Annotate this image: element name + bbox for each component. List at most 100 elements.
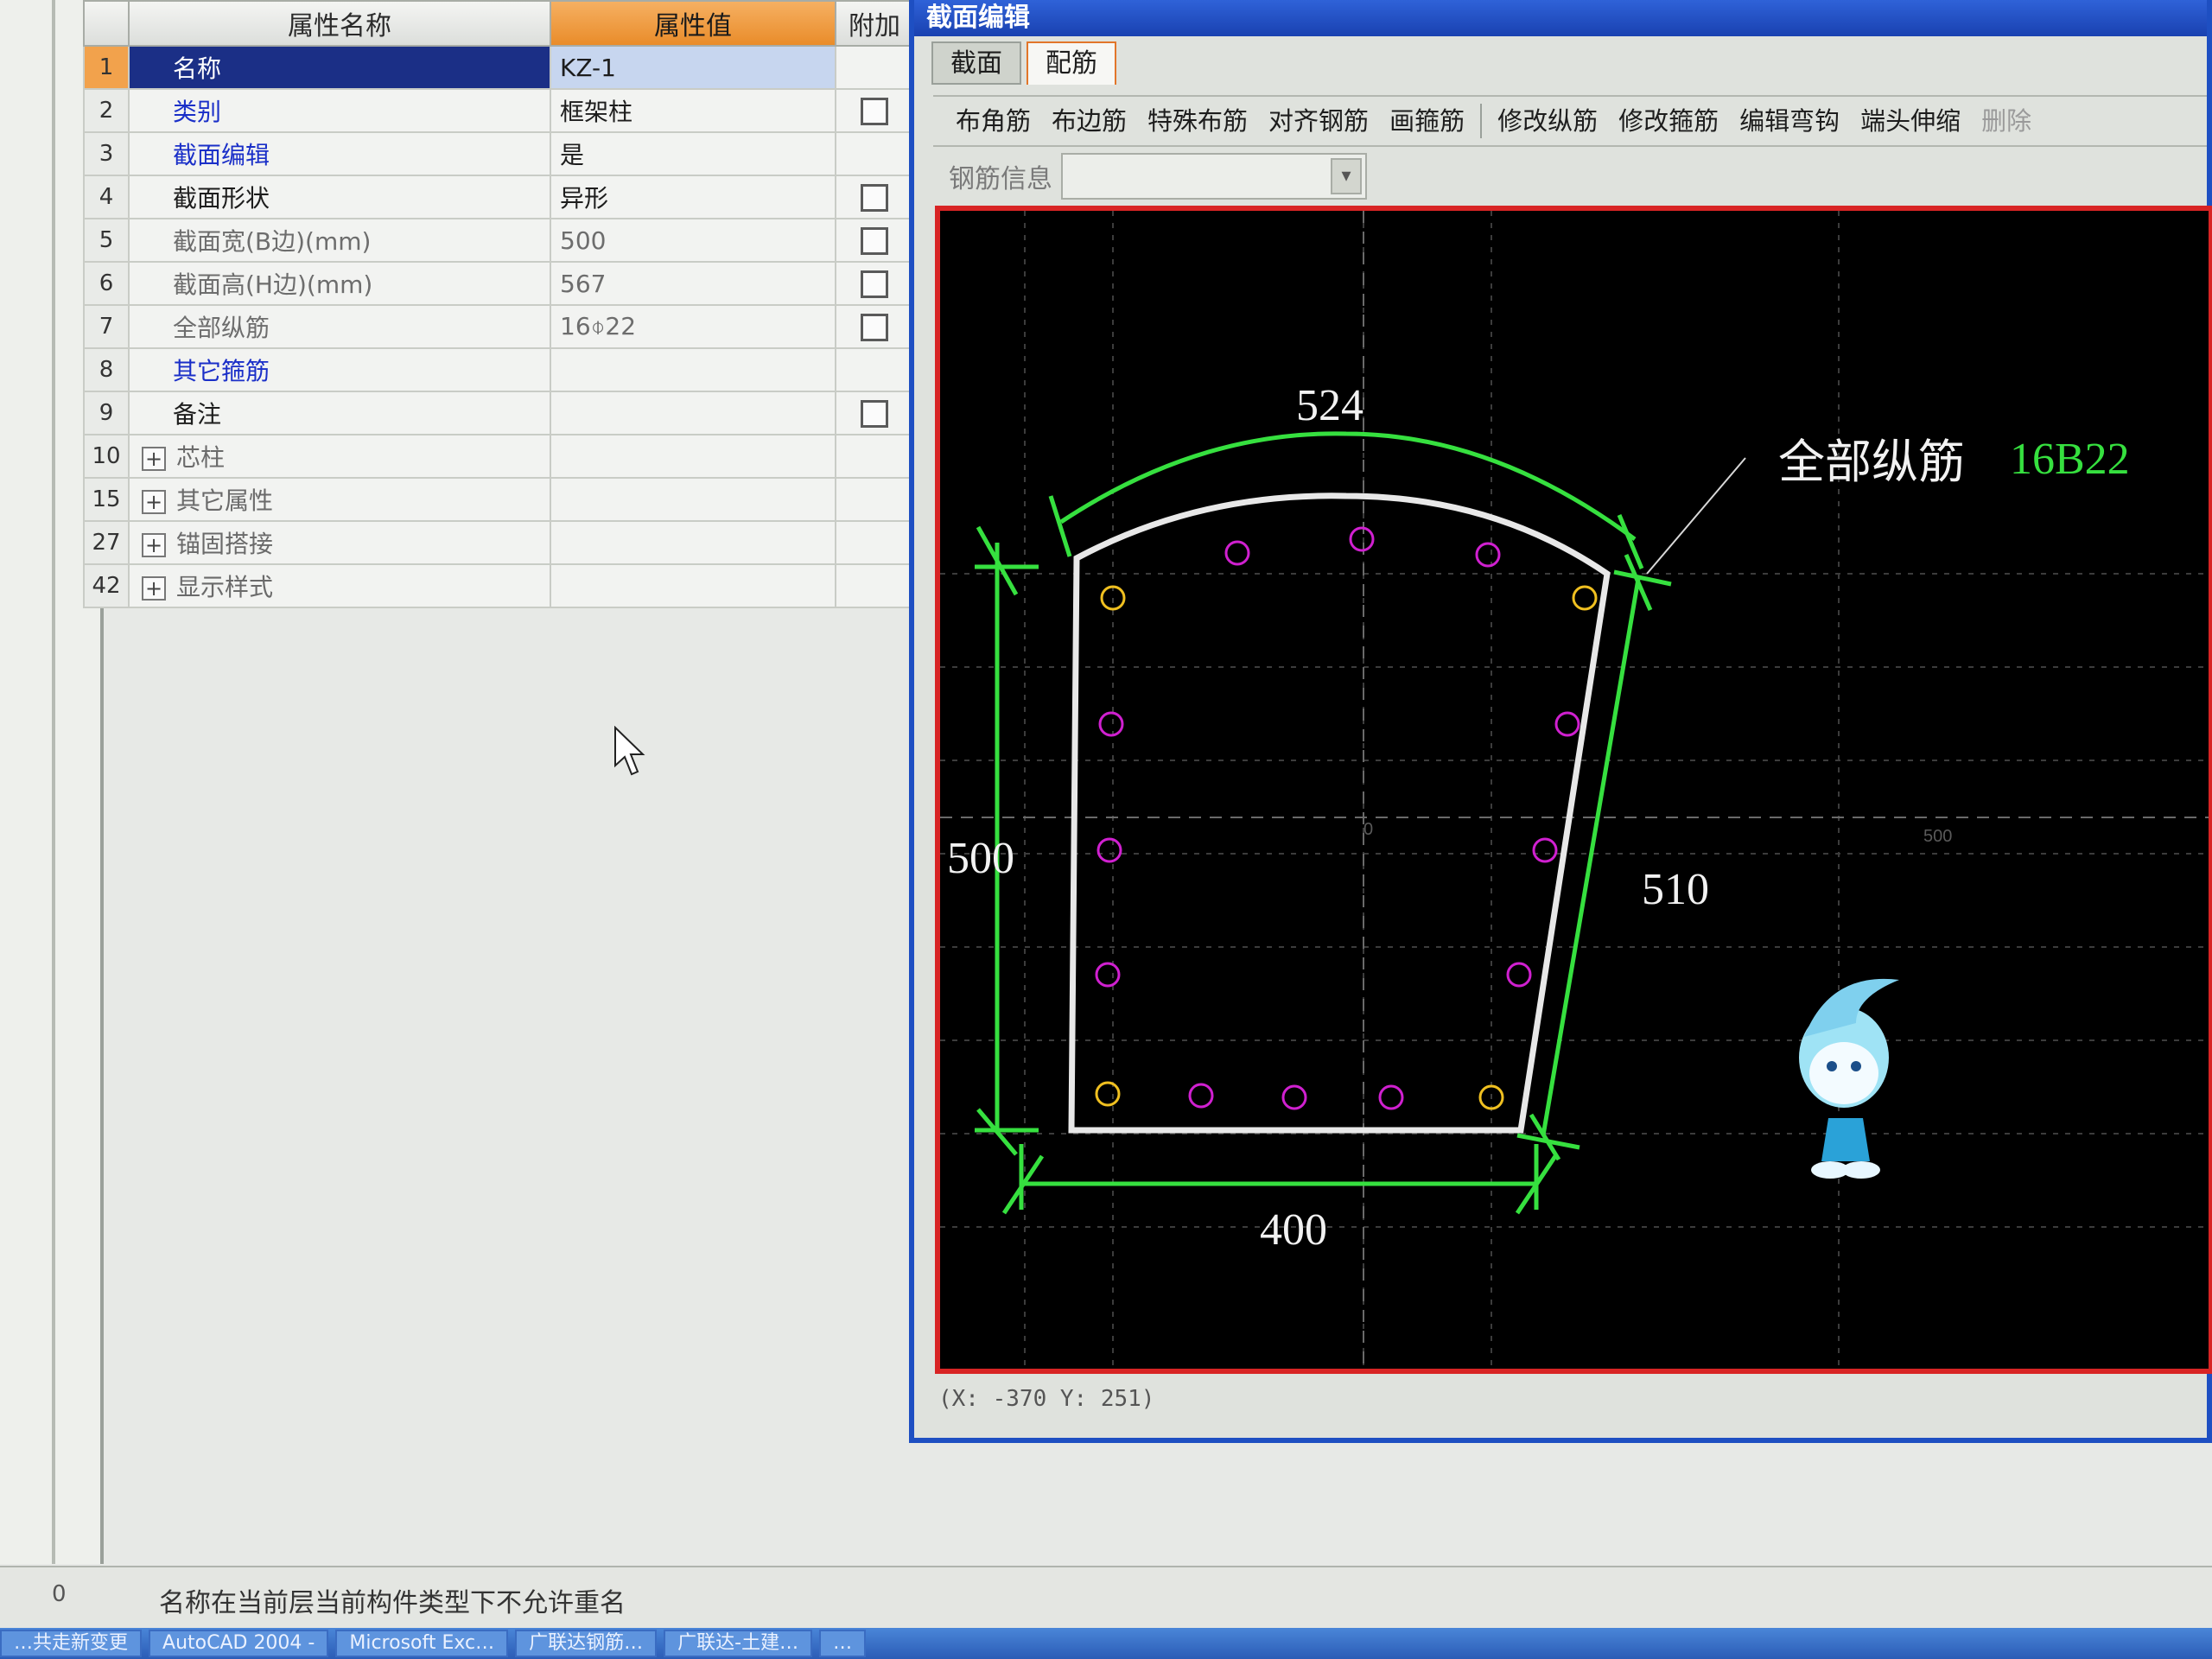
extra-checkbox[interactable]: [861, 314, 888, 341]
group-row[interactable]: 10 + 芯柱: [83, 434, 914, 479]
property-name[interactable]: 截面编辑: [128, 131, 551, 176]
section-drawing[interactable]: 0 500: [940, 211, 2209, 1369]
property-name[interactable]: 截面高(H边)(mm): [128, 261, 551, 306]
header-extra[interactable]: 附加: [835, 0, 914, 47]
property-name[interactable]: 截面宽(B边)(mm): [128, 218, 551, 263]
toolbar-separator: [1480, 104, 1483, 138]
property-name[interactable]: 备注: [128, 391, 551, 435]
header-property-name[interactable]: 属性名称: [128, 0, 551, 47]
row-number: 5: [83, 218, 130, 263]
property-value[interactable]: 567: [550, 261, 836, 306]
editor-title[interactable]: 截面编辑: [914, 0, 2207, 36]
tool-corner-rebar[interactable]: 布角筋: [945, 97, 1041, 145]
row-number: 6: [83, 261, 130, 306]
group-value: [550, 520, 836, 565]
dimension-bottom: 400: [1260, 1205, 1327, 1255]
row-number: 8: [83, 347, 130, 392]
group-name-cell: + 锚固搭接: [128, 520, 551, 565]
extra-checkbox[interactable]: [861, 98, 888, 125]
group-extra: [835, 563, 914, 608]
property-name[interactable]: 名称: [128, 45, 551, 90]
drawing-canvas[interactable]: 0 500 524 500 510 400 全部纵筋 16B22: [935, 206, 2212, 1374]
group-name: 显示样式: [176, 573, 274, 601]
property-value[interactable]: 是: [550, 131, 836, 176]
tab-section[interactable]: 截面: [931, 41, 1021, 85]
extra-checkbox[interactable]: [861, 227, 888, 255]
tool-end-stretch[interactable]: 端头伸缩: [1850, 97, 1971, 145]
extra-cell: [835, 261, 914, 306]
table-row[interactable]: 1 名称 KZ-1: [83, 45, 914, 90]
axis-origin-label: 0: [1363, 820, 1373, 839]
annotation-value[interactable]: 16B22: [2010, 434, 2130, 485]
group-name-cell: + 芯柱: [128, 434, 551, 479]
expand-icon[interactable]: +: [142, 490, 166, 514]
tool-draw-stirrup[interactable]: 画箍筋: [1379, 97, 1475, 145]
group-name: 其它属性: [176, 486, 274, 515]
row-number: 15: [83, 477, 130, 522]
table-row[interactable]: 3 截面编辑 是: [83, 131, 914, 176]
table-row[interactable]: 2 类别 框架柱: [83, 88, 914, 133]
property-value[interactable]: 异形: [550, 175, 836, 219]
taskbar-item[interactable]: 广联达钢筋…: [515, 1630, 658, 1657]
property-value[interactable]: KZ-1: [550, 45, 836, 90]
taskbar-item[interactable]: Microsoft Exc…: [335, 1630, 509, 1657]
extra-checkbox[interactable]: [861, 184, 888, 212]
header-property-value[interactable]: 属性值: [550, 0, 836, 47]
tool-align-rebar[interactable]: 对齐钢筋: [1258, 97, 1379, 145]
property-name[interactable]: 类别: [128, 88, 551, 133]
rebar-info-select[interactable]: ▾: [1061, 153, 1367, 200]
group-row[interactable]: 42 + 显示样式: [83, 563, 914, 608]
group-row[interactable]: 27 + 锚固搭接: [83, 520, 914, 565]
status-message: 名称在当前层当前构件类型下不允许重名: [159, 1588, 626, 1618]
table-row[interactable]: 5 截面宽(B边)(mm) 500: [83, 218, 914, 263]
group-value: [550, 434, 836, 479]
taskbar-item[interactable]: 广联达-土建…: [664, 1630, 813, 1657]
extra-checkbox[interactable]: [861, 270, 888, 298]
property-name[interactable]: 其它箍筋: [128, 347, 551, 392]
table-row[interactable]: 4 截面形状 异形: [83, 175, 914, 219]
tool-modify-stirrup[interactable]: 修改箍筋: [1608, 97, 1729, 145]
rebar-info-bar: 钢筋信息 ▾: [933, 150, 1367, 202]
table-row[interactable]: 7 全部纵筋 16⌽22: [83, 304, 914, 349]
property-value[interactable]: [550, 347, 836, 392]
property-grid: 属性名称 属性值 附加 1 名称 KZ-1 2 类别 框架柱 3 截面编辑 是: [83, 0, 914, 608]
annotation-label: 全部纵筋: [1778, 435, 1965, 489]
property-name[interactable]: 全部纵筋: [128, 304, 551, 349]
property-name[interactable]: 截面形状: [128, 175, 551, 219]
extra-checkbox[interactable]: [861, 400, 888, 428]
expand-icon[interactable]: +: [142, 447, 166, 471]
coordinate-readout: (X: -370 Y: 251): [938, 1386, 1155, 1412]
property-value[interactable]: 框架柱: [550, 88, 836, 133]
taskbar-item[interactable]: …: [819, 1630, 867, 1657]
property-value[interactable]: [550, 391, 836, 435]
chevron-down-icon[interactable]: ▾: [1331, 158, 1362, 194]
row-number: 1: [83, 45, 130, 90]
table-row[interactable]: 6 截面高(H边)(mm) 567: [83, 261, 914, 306]
table-row[interactable]: 8 其它箍筋: [83, 347, 914, 392]
expand-icon[interactable]: +: [142, 576, 166, 601]
taskbar-item[interactable]: AutoCAD 2004 -: [149, 1630, 329, 1657]
group-row[interactable]: 15 + 其它属性: [83, 477, 914, 522]
rebar-info-label: 钢筋信息: [949, 164, 1052, 194]
property-value[interactable]: 500: [550, 218, 836, 263]
mouse-cursor-icon: [614, 726, 645, 776]
section-outline[interactable]: [1068, 493, 1611, 1134]
row-number: 9: [83, 391, 130, 435]
expand-icon[interactable]: +: [142, 533, 166, 557]
extra-cell: [835, 175, 914, 219]
taskbar: …共走新变更 AutoCAD 2004 - Microsoft Exc… 广联达…: [0, 1628, 2212, 1659]
tool-delete[interactable]: 删除: [1971, 97, 2042, 145]
group-name: 锚固搭接: [176, 530, 274, 558]
extra-cell: [835, 347, 914, 392]
group-name-cell: + 其它属性: [128, 477, 551, 522]
property-value[interactable]: 16⌽22: [550, 304, 836, 349]
table-row[interactable]: 9 备注: [83, 391, 914, 435]
tool-modify-longitudinal[interactable]: 修改纵筋: [1487, 97, 1608, 145]
corner-rebars: [1095, 585, 1598, 1110]
taskbar-item[interactable]: …共走新变更: [0, 1630, 143, 1657]
tab-rebar[interactable]: 配筋: [1027, 41, 1116, 85]
status-index: 0: [52, 1581, 67, 1607]
tool-edit-hook[interactable]: 编辑弯钩: [1729, 97, 1850, 145]
tool-special-rebar[interactable]: 特殊布筋: [1137, 97, 1258, 145]
tool-side-rebar[interactable]: 布边筋: [1041, 97, 1137, 145]
